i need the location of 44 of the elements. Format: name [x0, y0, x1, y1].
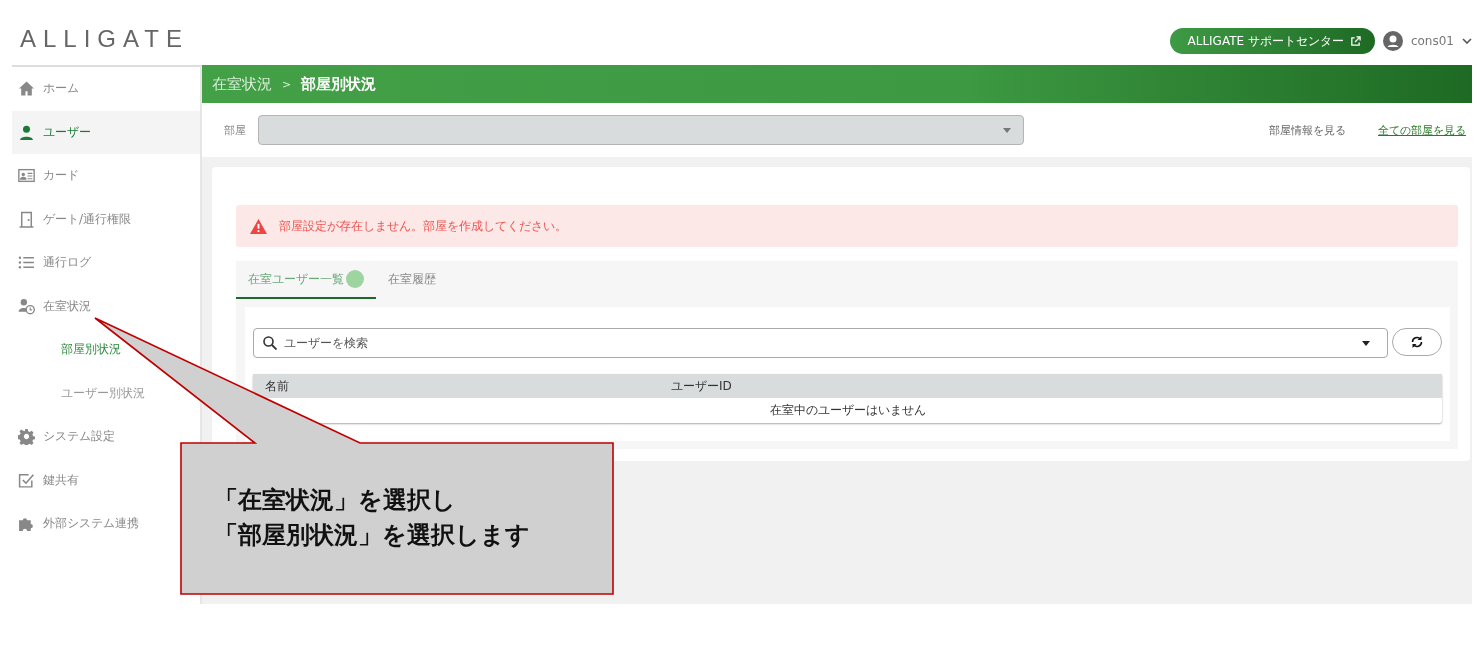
puzzle-icon — [18, 515, 35, 533]
sidebar-item[interactable]: システム設定 — [12, 415, 200, 459]
dropdown-arrow-icon — [1362, 341, 1370, 346]
external-link-icon — [1349, 35, 1361, 47]
all-rooms-link[interactable]: 全ての部屋を見る — [1378, 122, 1466, 138]
user-avatar-icon[interactable] — [1382, 31, 1403, 51]
breadcrumb-separator: > — [282, 77, 292, 91]
alert-message: 部屋設定が存在しません。部屋を作成してください。 — [279, 217, 567, 235]
search-icon — [263, 336, 277, 350]
sidebar-item[interactable]: 在室状況 — [12, 284, 200, 328]
home-icon — [18, 80, 35, 98]
callout-tooltip-text: 「在室状況」を選択し 「部屋別状況」を選択します — [214, 485, 530, 551]
sidebar-subitem[interactable]: 部屋別状況 — [12, 328, 200, 372]
user-name[interactable]: cons01 — [1410, 34, 1454, 48]
breadcrumb-link[interactable]: 在室状況 — [212, 74, 272, 94]
page-title: 部屋別状況 — [301, 74, 377, 94]
sidebar-item[interactable]: 鍵共有 — [12, 458, 200, 502]
warning-icon — [250, 218, 267, 234]
refresh-icon — [1410, 335, 1424, 349]
logo: ALLIGATE — [20, 25, 189, 53]
refresh-button[interactable] — [1392, 328, 1442, 356]
door-icon — [18, 210, 35, 228]
sidebar-item[interactable]: ユーザー — [12, 110, 200, 154]
chevron-down-icon[interactable] — [1462, 38, 1472, 44]
room-info-link[interactable]: 部屋情報を見る — [1269, 122, 1346, 138]
id-card-icon — [18, 167, 35, 185]
tab[interactable]: 在室履歴 — [376, 261, 448, 299]
empty-table-message: 在室中のユーザーはいません — [768, 402, 927, 419]
settings-icon — [18, 428, 35, 446]
support-center-button[interactable]: ALLIGATE サポートセンター — [1169, 28, 1375, 54]
dropdown-arrow-icon — [1003, 127, 1011, 133]
checkbox-icon — [18, 471, 35, 489]
column-header: 名前 — [264, 377, 290, 395]
sidebar-item[interactable]: カード — [12, 154, 200, 198]
sidebar-item[interactable]: 外部システム連携 — [12, 502, 200, 546]
user-search-field[interactable]: ユーザーを検索 — [253, 328, 1388, 358]
sidebar-item[interactable]: 通行ログ — [12, 241, 200, 285]
column-header: ユーザーID — [670, 377, 733, 395]
room-label: 部屋 — [224, 122, 247, 138]
sidebar-item[interactable]: ゲート/通行権限 — [12, 197, 200, 241]
tab[interactable]: 在室ユーザー一覧 — [236, 261, 376, 299]
user-icon — [18, 123, 35, 141]
sidebar-item[interactable]: ホーム — [12, 67, 200, 111]
user-clock-icon — [18, 297, 35, 315]
